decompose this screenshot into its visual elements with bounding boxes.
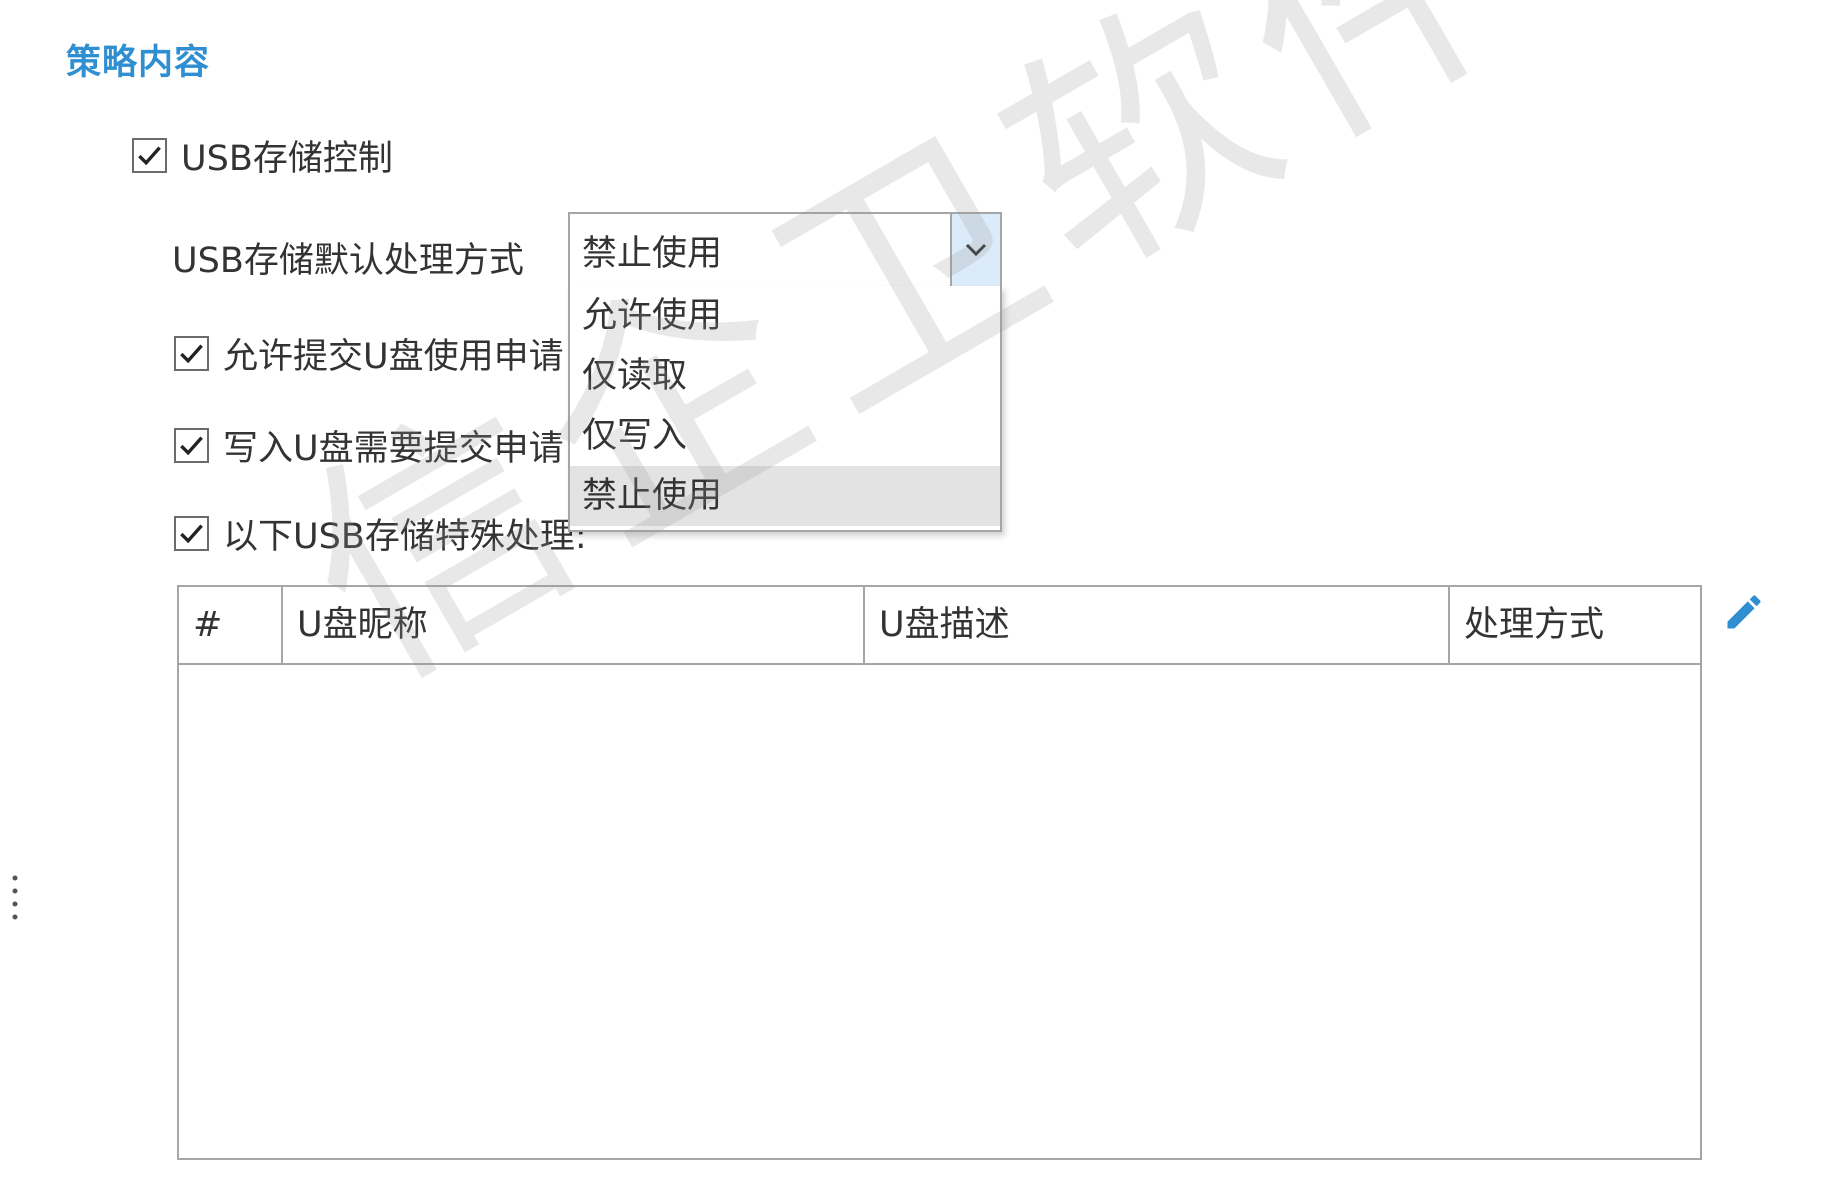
section-title: 策略内容: [66, 43, 211, 83]
default-handling-label: USB存储默认处理方式: [172, 241, 524, 281]
table-body: [179, 665, 1700, 1160]
allow-usb-request-checkbox[interactable]: 允许提交U盘使用申请: [174, 328, 564, 379]
usb-special-table: # U盘昵称 U盘描述 处理方式: [177, 585, 1702, 1160]
column-header-nickname[interactable]: U盘昵称: [283, 587, 865, 663]
dropdown-option-allow[interactable]: 允许使用: [570, 286, 1000, 346]
usb-control-label: USB存储控制: [181, 139, 393, 179]
default-handling-select[interactable]: 禁止使用: [568, 212, 1002, 288]
default-handling-row: USB存储默认处理方式: [172, 232, 524, 283]
column-header-description[interactable]: U盘描述: [865, 587, 1450, 663]
default-handling-dropdown-list: 允许使用 仅读取 仅写入 禁止使用: [568, 286, 1002, 532]
vertical-dots-icon: [12, 875, 18, 920]
pencil-icon: [1727, 595, 1761, 629]
dropdown-option-read-only[interactable]: 仅读取: [570, 346, 1000, 406]
checkbox-box[interactable]: [174, 428, 209, 463]
checkbox-box[interactable]: [132, 138, 167, 173]
usb-control-checkbox[interactable]: USB存储控制: [132, 130, 393, 181]
check-icon: [180, 436, 203, 456]
special-handling-checkbox[interactable]: 以下USB存储特殊处理:: [174, 508, 587, 559]
panel-resize-handle[interactable]: [12, 874, 18, 922]
write-requires-request-checkbox[interactable]: 写入U盘需要提交申请: [174, 420, 564, 471]
check-icon: [180, 524, 203, 544]
dropdown-option-write-only[interactable]: 仅写入: [570, 406, 1000, 466]
allow-usb-request-label: 允许提交U盘使用申请: [223, 337, 564, 377]
table-header: # U盘昵称 U盘描述 处理方式: [179, 587, 1700, 665]
column-header-index[interactable]: #: [179, 587, 283, 663]
check-icon: [138, 146, 161, 166]
column-header-handling[interactable]: 处理方式: [1450, 587, 1700, 663]
select-dropdown-button[interactable]: [950, 214, 1000, 286]
edit-table-button[interactable]: [1722, 590, 1766, 634]
special-handling-label: 以下USB存储特殊处理:: [223, 517, 587, 557]
chevron-down-icon: [965, 243, 987, 257]
policy-content-page: 策略内容 USB存储控制 USB存储默认处理方式 禁止使用 允许提交U盘使用申请…: [0, 0, 1840, 1200]
check-icon: [180, 344, 203, 364]
select-current-value: 禁止使用: [582, 233, 723, 274]
write-requires-request-label: 写入U盘需要提交申请: [223, 429, 564, 469]
checkbox-box[interactable]: [174, 516, 209, 551]
checkbox-box[interactable]: [174, 336, 209, 371]
dropdown-option-forbid[interactable]: 禁止使用: [570, 466, 1000, 526]
